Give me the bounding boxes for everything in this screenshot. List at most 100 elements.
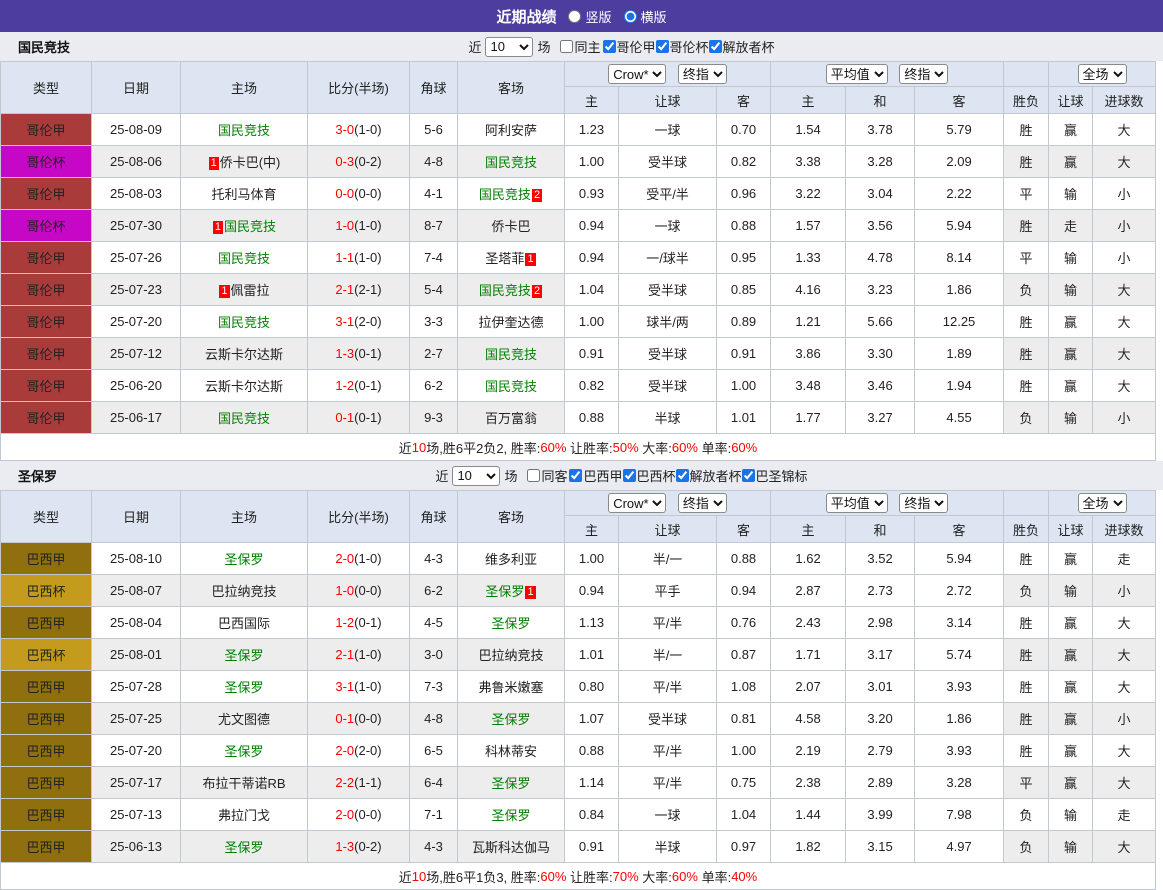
average-final-select[interactable]: 终指 — [899, 493, 949, 513]
home-odds-cell: 1.23 — [564, 113, 619, 146]
average-select[interactable]: 平均值 — [825, 493, 888, 513]
league-filter[interactable]: 巴西杯 — [622, 466, 676, 485]
league-filter[interactable]: 巴西甲 — [569, 466, 623, 485]
goals-result-cell: 小 — [1092, 401, 1157, 434]
result-cell: 负 — [1003, 273, 1050, 306]
league-type-cell: 巴西甲 — [0, 670, 92, 703]
league-type-cell: 哥伦甲 — [0, 337, 92, 370]
avg-away-cell: 7.98 — [914, 798, 1005, 831]
home-team-cell: 国民竞技 — [180, 113, 308, 146]
halftime-score: (0-1) — [354, 615, 382, 630]
team-label: 圣保罗 — [224, 744, 264, 759]
league-filter[interactable]: 哥伦甲 — [602, 37, 656, 56]
average-final-select[interactable]: 终指 — [899, 64, 949, 84]
summary-segment: 单率: — [697, 869, 732, 885]
table-row: 哥伦杯 25-07-30 1 国民竞技 1-0(1-0) 8-7 侨卡巴 0.94 一球 0.88… — [0, 209, 1157, 242]
col-header-type: 类型 — [0, 490, 92, 543]
horizontal-layout-radio[interactable] — [623, 9, 637, 23]
scope-cell: 全场 — [1048, 490, 1157, 516]
league-checkbox[interactable] — [708, 40, 722, 53]
score-cell: 1-3(0-2) — [307, 830, 410, 863]
scope-select[interactable]: 全场 — [1077, 64, 1127, 84]
handicap-cell: 一/球半 — [618, 241, 717, 274]
league-checkbox[interactable] — [655, 40, 669, 53]
avg-home-cell: 4.16 — [770, 273, 847, 306]
league-filter[interactable]: 巴圣锦标 — [741, 466, 808, 485]
sub-header-handicap-result: 让球 — [1048, 86, 1094, 114]
away-team-cell: 圣保罗 — [457, 702, 565, 735]
sub-header-avg-draw: 和 — [845, 515, 916, 543]
match-count-select[interactable]: 10 — [485, 36, 534, 57]
league-checkbox[interactable] — [569, 469, 583, 482]
table-row: 巴西甲 25-06-13 圣保罗 1-3(0-2) 4-3 瓦斯科达伽马 0.91 半球 0.9… — [0, 830, 1157, 863]
away-odds-cell: 1.04 — [715, 798, 772, 831]
halftime-score: (1-0) — [354, 679, 382, 694]
handicap-result-cell: 输 — [1048, 273, 1094, 306]
summary-segment: 10 — [411, 439, 427, 455]
avg-away-cell: 4.97 — [914, 830, 1005, 863]
layout-option-horizontal[interactable]: 横版 — [623, 7, 667, 26]
home-team-cell: 1 佩雷拉 — [180, 273, 308, 306]
league-filter[interactable]: 解放者杯 — [675, 466, 742, 485]
home-team-cell: 托利马体育 — [180, 177, 308, 210]
league-filter-label: 巴西甲 — [583, 469, 623, 484]
avg-draw-cell: 3.30 — [845, 337, 916, 370]
league-type-cell: 哥伦杯 — [0, 145, 92, 178]
rank-badge: 1 — [212, 221, 224, 234]
fulltime-score: 0-1 — [335, 711, 355, 726]
league-checkbox[interactable] — [602, 40, 616, 53]
match-count-select[interactable]: 10 — [452, 465, 501, 486]
avg-draw-cell: 3.04 — [845, 177, 916, 210]
league-checkbox[interactable] — [675, 469, 689, 482]
result-cell: 胜 — [1003, 209, 1050, 242]
handicap-cell: 半/一 — [618, 542, 717, 575]
away-odds-cell: 0.96 — [715, 177, 772, 210]
odds-final-select[interactable]: 终指 — [677, 64, 727, 84]
table-row: 巴西甲 25-07-17 布拉干蒂诺RB 2-2(1-1) 6-4 圣保罗 1.14 平/半 0… — [0, 766, 1157, 799]
avg-away-cell: 1.86 — [914, 273, 1005, 306]
league-filter[interactable]: 哥伦杯 — [655, 37, 709, 56]
league-checkbox[interactable] — [622, 469, 636, 482]
same-venue-filter[interactable]: 同客 — [527, 466, 567, 485]
handicap-cell: 半/一 — [618, 638, 717, 671]
rank-badge: 1 — [219, 285, 230, 298]
score-cell: 0-1(0-0) — [307, 702, 410, 735]
scope-select[interactable]: 全场 — [1077, 493, 1127, 513]
filter-controls: 近 10 场 同客 巴西甲 巴西杯 解放者杯 巴圣锦标 — [431, 465, 808, 486]
page-title: 近期战绩 — [496, 8, 557, 26]
same-venue-filter[interactable]: 同主 — [560, 37, 601, 56]
odds-company-select[interactable]: Crow* — [608, 493, 667, 513]
odds-source-cell: Crow* 终指 — [563, 61, 772, 87]
vertical-layout-radio[interactable] — [568, 9, 582, 23]
same-venue-checkbox[interactable] — [560, 40, 574, 53]
fulltime-score: 2-0 — [335, 743, 355, 758]
corners-cell: 9-3 — [409, 401, 458, 434]
fulltime-score: 2-1 — [335, 647, 355, 662]
date-cell: 25-06-20 — [91, 369, 181, 402]
average-select[interactable]: 平均值 — [825, 64, 888, 84]
date-cell: 25-06-13 — [91, 830, 181, 863]
away-odds-cell: 1.08 — [715, 670, 772, 703]
avg-home-cell: 1.57 — [770, 209, 847, 242]
league-type-cell: 巴西甲 — [0, 766, 92, 799]
fulltime-score: 1-3 — [335, 346, 355, 361]
sub-header-odds-home: 主 — [564, 515, 619, 543]
result-cell: 胜 — [1003, 702, 1050, 735]
col-header-corners: 角球 — [409, 490, 458, 543]
league-checkbox[interactable] — [741, 469, 755, 482]
avg-home-cell: 1.54 — [770, 113, 847, 146]
team-label: 圣保罗 — [491, 776, 531, 791]
spacer-cell — [1003, 61, 1050, 87]
date-cell: 25-08-04 — [91, 606, 181, 639]
goals-result-cell: 走 — [1092, 542, 1157, 575]
same-venue-checkbox[interactable] — [527, 469, 541, 482]
league-type-cell: 哥伦杯 — [0, 209, 92, 242]
away-odds-cell: 1.01 — [715, 401, 772, 434]
odds-company-select[interactable]: Crow* — [608, 64, 667, 84]
layout-option-vertical[interactable]: 竖版 — [568, 7, 612, 26]
league-filter[interactable]: 解放者杯 — [708, 37, 775, 56]
table-row: 哥伦甲 25-07-20 国民竞技 3-1(2-0) 3-3 拉伊奎达德 1.00 球半/两 0… — [0, 305, 1157, 338]
table-row: 巴西甲 25-08-10 圣保罗 2-0(1-0) 4-3 维多利亚 1.00 半/一 0.88… — [0, 542, 1157, 575]
odds-final-select[interactable]: 终指 — [677, 493, 727, 513]
league-type-cell: 哥伦甲 — [0, 273, 92, 306]
